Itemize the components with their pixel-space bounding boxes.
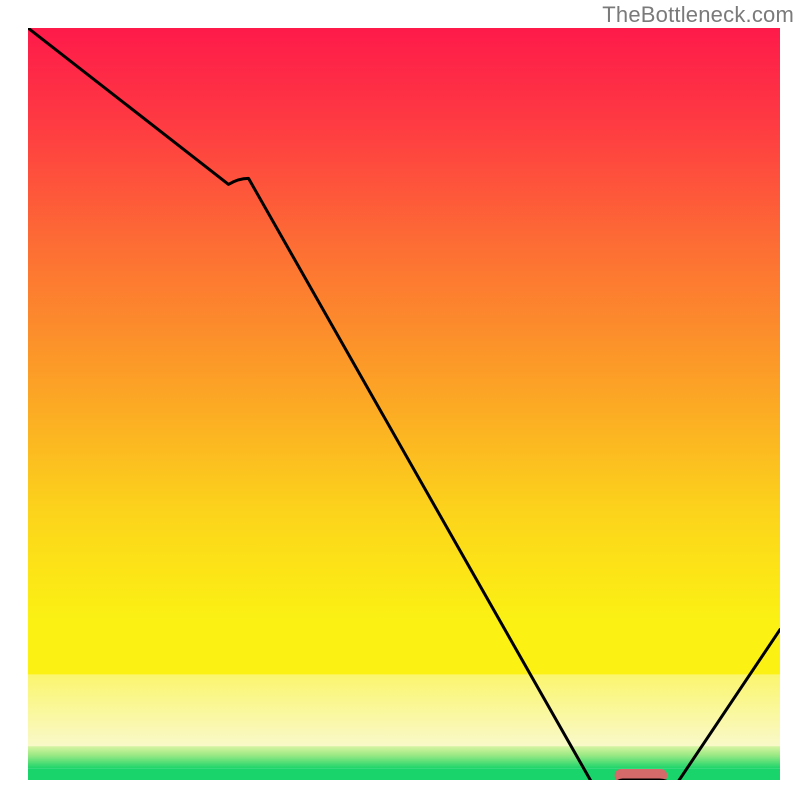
chart-container: TheBottleneck.com (0, 0, 800, 800)
attribution-text: TheBottleneck.com (602, 2, 794, 28)
plot-area (28, 28, 780, 780)
optimal-range-marker (615, 769, 668, 780)
bottleneck-chart (28, 28, 780, 780)
band-green-gradient (28, 746, 780, 769)
band-red-yellow (28, 28, 780, 675)
band-pale-yellow (28, 675, 780, 746)
band-solid-green (28, 769, 780, 780)
